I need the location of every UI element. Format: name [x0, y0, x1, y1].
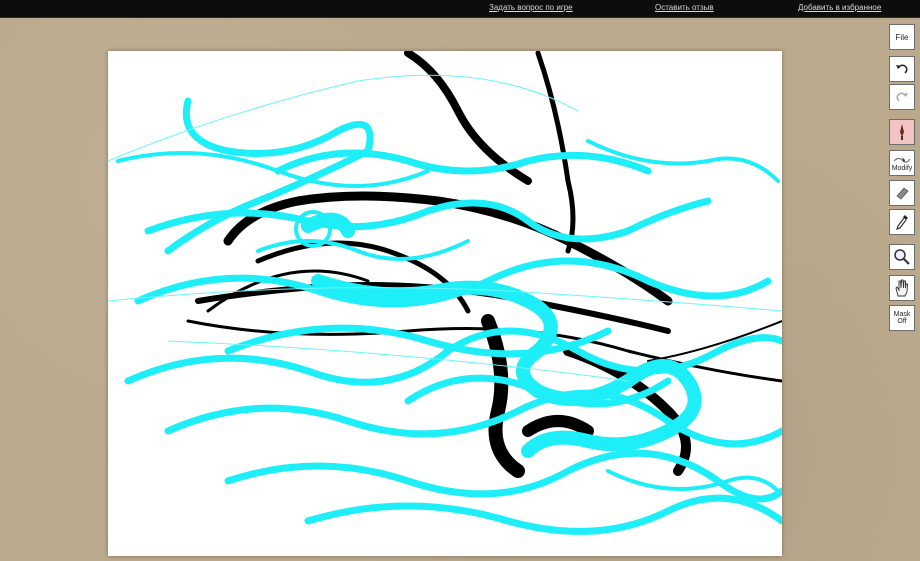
brush-icon [900, 124, 904, 140]
top-bar: Задать вопрос по игре Оставить отзыв Доб… [0, 0, 920, 18]
redo-icon [896, 92, 908, 102]
brush-tool-button[interactable] [889, 119, 915, 145]
mask-label: Mask [893, 311, 911, 318]
mask-state-label: Off [897, 318, 907, 325]
pan-tool-button[interactable] [889, 275, 915, 301]
add-favorite-link[interactable]: Добавить в избранное [798, 3, 881, 12]
file-label: File [895, 32, 909, 42]
undo-icon [896, 64, 908, 74]
magnifier-icon [894, 249, 910, 265]
leave-review-link[interactable]: Оставить отзыв [655, 3, 714, 12]
redo-button[interactable] [889, 84, 915, 110]
undo-button[interactable] [889, 56, 915, 82]
modify-tool-button[interactable]: Modify [889, 150, 915, 176]
canvas-drawing [108, 51, 782, 535]
eraser-icon [896, 187, 909, 200]
drawing-canvas[interactable] [108, 51, 782, 556]
ask-question-link[interactable]: Задать вопрос по игре [489, 3, 573, 12]
modify-label: Modify [891, 164, 913, 172]
mask-toggle-button[interactable]: Mask Off [889, 305, 915, 331]
eraser-tool-button[interactable] [889, 180, 915, 206]
modify-icon [893, 156, 911, 163]
hand-icon [895, 279, 908, 297]
zoom-tool-button[interactable] [889, 244, 915, 270]
eyedropper-tool-button[interactable] [889, 209, 915, 235]
file-button[interactable]: File [889, 24, 915, 50]
eyedropper-icon [896, 215, 908, 230]
